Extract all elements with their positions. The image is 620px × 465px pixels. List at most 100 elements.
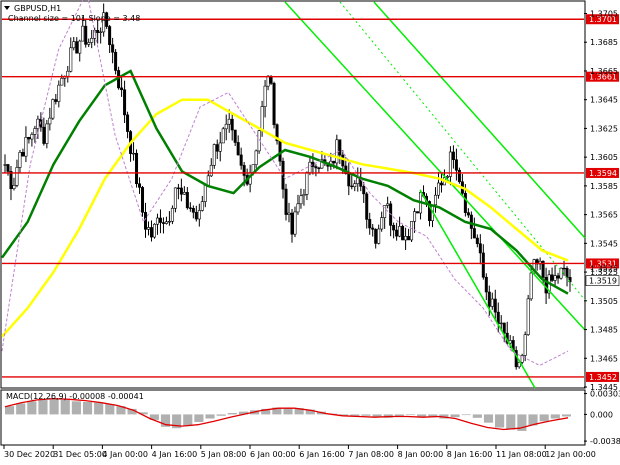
candle-body [185, 192, 189, 209]
candle-body [215, 144, 219, 152]
y-tick-label: 1.3585 [590, 182, 618, 191]
candle-body [51, 99, 55, 119]
candle-body [230, 118, 234, 131]
y-tick-label: 1.3685 [590, 38, 618, 47]
candle-body [493, 298, 497, 313]
level-tag-label: 1.3452 [589, 373, 617, 382]
candle-body [466, 212, 470, 216]
candle-body [475, 237, 479, 244]
candle-body [173, 187, 177, 209]
y-tick-label: 1.3705 [590, 9, 618, 18]
candle-body [78, 40, 82, 54]
candle-body [84, 25, 88, 45]
candle-body [12, 185, 16, 190]
candle-body [69, 47, 73, 72]
candle-body [392, 225, 396, 231]
series-line-2 [1, 0, 569, 367]
macd-y-tick-label: -0.00388 [590, 437, 620, 446]
x-tick-label: 6 Jan 16:00 [299, 450, 345, 459]
candle-body [401, 226, 405, 241]
price-plot [0, 0, 586, 389]
candle-body [239, 154, 243, 166]
candle-body [233, 129, 237, 143]
x-tick-label: 7 Jan 08:00 [348, 450, 394, 459]
candle-body [108, 26, 112, 45]
candle-body [487, 291, 491, 307]
candle-body [123, 89, 127, 116]
candle-body [99, 31, 103, 34]
candle-body [138, 183, 142, 188]
macd-histogram-bar [495, 414, 505, 428]
candle-body [9, 171, 13, 190]
candle-body [299, 195, 303, 205]
candle-body [218, 142, 222, 152]
y-tick-label: 1.3485 [590, 326, 618, 335]
candle-body [335, 139, 339, 164]
candle-body [15, 167, 19, 186]
candle-body [445, 176, 449, 178]
candle-body [350, 185, 354, 188]
macd-histogram-bar [82, 402, 93, 415]
macd-histogram-bar [361, 414, 371, 416]
candle-body [45, 123, 49, 144]
macd-histogram-bar [5, 406, 15, 415]
candle-body [194, 212, 198, 220]
y-tick-label: 1.3465 [590, 354, 618, 363]
x-tick-label: 4 Jan 00:00 [102, 450, 148, 459]
candle-body [290, 212, 294, 235]
candle-body [305, 172, 309, 195]
candle-body [293, 211, 297, 235]
candle-body [529, 272, 533, 300]
candle-body [144, 212, 148, 230]
candle-body [182, 192, 186, 195]
candle-body [33, 128, 37, 135]
candle-body [272, 83, 276, 125]
candle-body [338, 139, 342, 156]
macd-histogram-bar [227, 413, 237, 415]
candle-body [254, 150, 258, 165]
candle-body [287, 212, 291, 215]
candle-body [60, 77, 64, 86]
macd-histogram-bar [183, 414, 193, 427]
candle-body [81, 25, 85, 42]
candle-body [463, 192, 467, 213]
forex-chart[interactable]: 1.37011.36611.35941.35311.34521.34451.34… [0, 0, 620, 465]
candle-body [161, 222, 165, 224]
candle-body [550, 274, 554, 281]
candle-body [478, 243, 482, 254]
candle-body [170, 207, 174, 222]
candle-body [436, 182, 440, 196]
macd-histogram-bar [71, 401, 81, 415]
candle-body [42, 126, 46, 144]
candle-body [242, 165, 246, 176]
triangle-down-icon[interactable] [4, 6, 10, 10]
candle-body [314, 166, 318, 169]
candle-body [439, 182, 443, 186]
candle-body [197, 210, 201, 220]
candle-body [66, 70, 70, 77]
macd-y-tick-label: 0.000 [590, 410, 613, 419]
x-tick-label: 12 Jan 00:00 [545, 450, 596, 459]
candle-body [553, 275, 557, 281]
y-tick-label: 1.3645 [590, 96, 618, 105]
candle-body [380, 217, 384, 230]
candle-body [562, 267, 566, 270]
candle-body [457, 169, 461, 183]
candle-body [132, 152, 136, 155]
candle-body [209, 164, 213, 177]
macd-histogram-bar [38, 399, 48, 415]
candle-body [472, 228, 476, 239]
candle-body [377, 228, 381, 244]
macd-histogram-bar [450, 414, 460, 418]
macd-histogram-bar [561, 414, 571, 417]
macd-histogram-bar [506, 414, 516, 430]
symbol-title: GBPUSD,H1 [14, 4, 61, 13]
candle-body [179, 187, 183, 195]
macd-histogram-bar [405, 414, 416, 416]
current-price-label: 1.3519 [589, 277, 617, 286]
candle-body [141, 187, 145, 213]
candle-body [296, 203, 300, 213]
y-tick-label: 1.3625 [590, 124, 618, 133]
macd-histogram-bar [461, 414, 471, 416]
candle-body [114, 51, 118, 71]
